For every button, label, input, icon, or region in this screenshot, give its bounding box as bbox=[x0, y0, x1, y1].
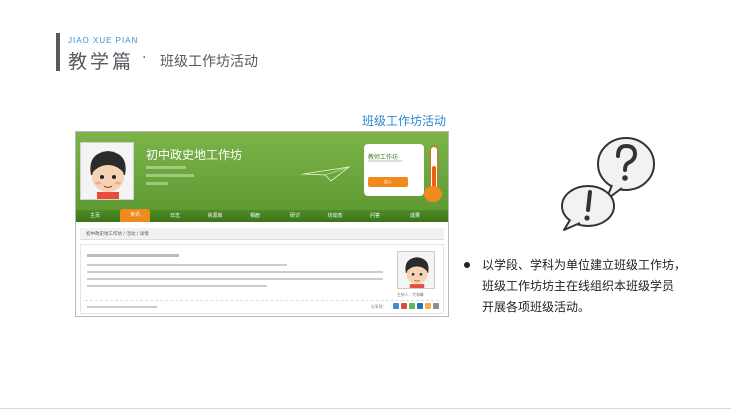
article-text-line bbox=[87, 285, 267, 287]
breadcrumb: 初中政史地工作坊 / 活动 / 详情 bbox=[86, 232, 149, 237]
info-placeholder-line bbox=[146, 174, 194, 177]
bullet-line-2: 班级工作坊坊主在线组织本班级学员 bbox=[482, 279, 675, 293]
article-divider bbox=[85, 300, 439, 301]
nav-item-1[interactable]: 主页 bbox=[80, 210, 110, 222]
site-nav: 主页 资讯 日志 资源库 相册 研讨 坊动态 问答 成果 bbox=[76, 209, 448, 222]
breadcrumb-bar: 初中政史地工作坊 / 活动 / 详情 bbox=[80, 228, 444, 240]
article-tags-line bbox=[87, 306, 157, 308]
nav-item-6[interactable]: 研讨 bbox=[280, 210, 310, 222]
workshop-card: 教师工作坊 加入 bbox=[364, 144, 424, 196]
activity-article: 主持人：代海峰 分享到： bbox=[80, 244, 444, 314]
share-wechat-icon[interactable] bbox=[409, 303, 415, 309]
share-renren-icon[interactable] bbox=[417, 303, 423, 309]
bullet-dot bbox=[464, 262, 470, 268]
join-button[interactable]: 加入 bbox=[368, 177, 408, 187]
info-placeholder-line bbox=[146, 182, 168, 185]
workshop-screenshot: 初中政史地工作坊 教师工作坊 加入 主页 资讯 日志 资源库 相册 研讨 坊动态 问答 成果 初… bbox=[75, 131, 449, 317]
nav-item-3[interactable]: 日志 bbox=[160, 210, 190, 222]
header-pinyin: JIAO XUE PIAN bbox=[68, 36, 139, 45]
nav-item-8[interactable]: 问答 bbox=[360, 210, 390, 222]
info-placeholder-line bbox=[146, 166, 186, 169]
nav-item-5[interactable]: 相册 bbox=[240, 210, 270, 222]
header-accent-bar bbox=[56, 33, 60, 71]
nav-item-7[interactable]: 坊动态 bbox=[320, 210, 350, 222]
header-title: 教学篇 bbox=[68, 51, 135, 73]
share-more-icon[interactable] bbox=[433, 303, 439, 309]
screenshot-caption: 班级工作坊活动 bbox=[362, 114, 447, 128]
share-qq-icon[interactable] bbox=[393, 303, 399, 309]
article-text-line bbox=[87, 271, 383, 273]
article-title-line bbox=[87, 254, 179, 257]
article-text-line bbox=[87, 278, 383, 280]
bullet-line-3: 开展各项班级活动。 bbox=[482, 300, 591, 314]
footer-divider bbox=[0, 408, 731, 409]
nav-item-4[interactable]: 资源库 bbox=[200, 210, 230, 222]
article-meta-line bbox=[87, 264, 287, 266]
card-subtitle-line bbox=[368, 160, 402, 162]
exclamation-bubble-icon bbox=[561, 185, 615, 231]
share-weibo-icon[interactable] bbox=[401, 303, 407, 309]
nav-item-9[interactable]: 成果 bbox=[400, 210, 430, 222]
share-qzone-icon[interactable] bbox=[425, 303, 431, 309]
speech-bubbles-illustration bbox=[561, 137, 655, 231]
header-subtitle: 班级工作坊活动 bbox=[160, 54, 258, 70]
site-title: 初中政史地工作坊 bbox=[146, 148, 243, 162]
paper-plane-icon bbox=[301, 166, 351, 182]
header-separator: · bbox=[142, 50, 147, 66]
host-label: 主持人：代海峰 bbox=[397, 292, 424, 297]
thermometer-bulb bbox=[424, 186, 442, 202]
share-label: 分享到： bbox=[371, 304, 387, 309]
bullet-line-1: 以学段、学科为单位建立班级工作坊， bbox=[482, 258, 687, 272]
site-banner: 初中政史地工作坊 教师工作坊 加入 bbox=[76, 132, 448, 210]
host-avatar bbox=[397, 251, 435, 289]
nav-item-2[interactable]: 资讯 bbox=[120, 209, 150, 222]
avatar bbox=[80, 142, 134, 200]
